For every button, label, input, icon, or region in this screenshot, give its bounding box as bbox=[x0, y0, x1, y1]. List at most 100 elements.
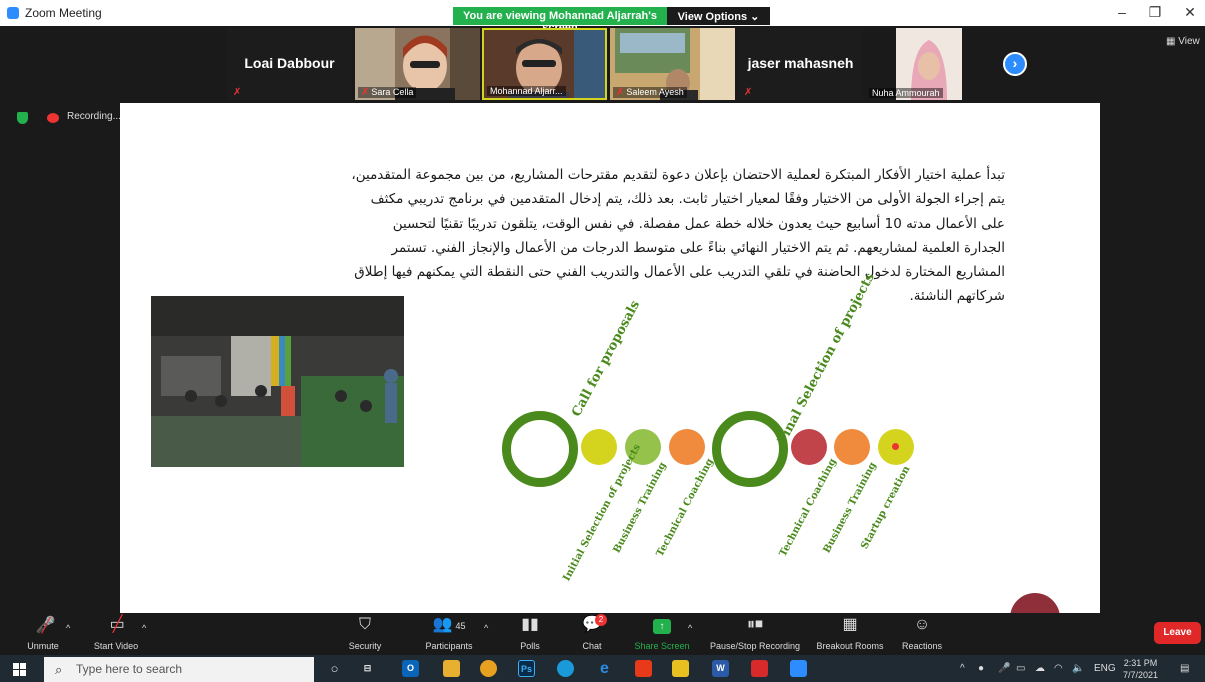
restore-button[interactable]: ❐ bbox=[1140, 4, 1170, 21]
minimize-button[interactable]: – bbox=[1107, 4, 1137, 20]
polls-icon: ▮▮ bbox=[521, 616, 539, 633]
search-icon: ⌕ bbox=[55, 662, 63, 677]
shield-icon: ⛉ bbox=[358, 616, 371, 633]
tray-mic-icon[interactable]: 🎤 bbox=[998, 663, 1010, 674]
video-options-chevron-icon[interactable]: ^ bbox=[142, 623, 146, 633]
recording-label: Recording... bbox=[67, 111, 121, 122]
mic-muted-icon: ✗ bbox=[233, 87, 242, 98]
mic-muted-icon: 🎤╱ bbox=[35, 617, 56, 634]
chat-badge: 2 bbox=[595, 614, 607, 626]
share-screen-label: Share Screen bbox=[634, 641, 690, 651]
acrobat-icon[interactable] bbox=[751, 660, 768, 677]
participants-count: 45 bbox=[455, 621, 466, 631]
window-title: Zoom Meeting bbox=[25, 6, 102, 20]
color-app-icon[interactable] bbox=[672, 660, 689, 677]
system-clock[interactable]: 2:31 PM 7/7/2021 bbox=[1123, 657, 1158, 681]
unmute-label: Unmute bbox=[27, 641, 59, 651]
video-off-icon: ▭╱ bbox=[109, 616, 125, 633]
view-options-button[interactable]: View Options ⌄ bbox=[667, 7, 770, 25]
security-label: Security bbox=[348, 641, 382, 651]
photoshop-icon[interactable]: Ps bbox=[518, 660, 535, 677]
language-indicator[interactable]: ENG bbox=[1094, 663, 1116, 674]
windows-start-icon[interactable] bbox=[13, 663, 26, 676]
participant-tile[interactable]: Nuha Ammourah bbox=[866, 28, 992, 100]
start-video-button[interactable]: ▭╱ Start Video bbox=[84, 613, 148, 651]
technical-coaching-dot-2 bbox=[791, 429, 827, 465]
reactions-icon: ☺ bbox=[913, 616, 931, 633]
participants-icon: 👥 45 bbox=[432, 616, 466, 633]
participant-name: Saleem Ayesh bbox=[626, 87, 684, 97]
reactions-button[interactable]: ☺ Reactions bbox=[898, 613, 946, 651]
chat-button[interactable]: 💬 2 Chat bbox=[572, 613, 612, 651]
participant-tile[interactable]: ✗ Sara Cella bbox=[355, 28, 480, 100]
taskbar-search-input[interactable]: ⌕ Type here to search bbox=[44, 657, 314, 682]
outlook-icon[interactable]: O bbox=[402, 660, 419, 677]
internet-explorer-icon[interactable]: e bbox=[596, 660, 613, 677]
zoom-icon[interactable] bbox=[790, 660, 807, 677]
view-layout-button[interactable]: ▦ View bbox=[1166, 36, 1200, 47]
edge-icon[interactable] bbox=[557, 660, 574, 677]
tray-app-icon[interactable]: ● bbox=[978, 663, 984, 674]
share-screen-button[interactable]: ↑ Share Screen bbox=[630, 613, 694, 651]
unmute-button[interactable]: 🎤╱ Unmute bbox=[18, 613, 68, 651]
close-button[interactable]: ✕ bbox=[1175, 4, 1205, 21]
decorative-circle bbox=[1010, 593, 1060, 613]
participant-name: Mohannad Aljarr... bbox=[487, 86, 566, 96]
incubator-photo bbox=[151, 296, 404, 467]
notifications-icon[interactable]: ▤ bbox=[1180, 663, 1189, 674]
zoom-meeting-window: Zoom Meeting You are viewing Mohannad Al… bbox=[0, 0, 1205, 682]
mic-muted-icon: ✗ bbox=[361, 87, 370, 98]
share-options-chevron-icon[interactable]: ^ bbox=[688, 623, 692, 633]
cloud-recording-icon bbox=[47, 113, 59, 123]
participants-button[interactable]: 👥 45 Participants bbox=[418, 613, 480, 651]
mic-muted-icon: ✗ bbox=[616, 87, 625, 98]
participant-tile[interactable]: Loai Dabbour ✗ bbox=[227, 28, 352, 100]
clock-date: 7/7/2021 bbox=[1123, 670, 1159, 680]
volume-icon[interactable]: 🔈 bbox=[1072, 663, 1084, 674]
call-for-proposals-ring bbox=[502, 411, 578, 487]
word-icon[interactable]: W bbox=[712, 660, 729, 677]
chat-label: Chat bbox=[582, 641, 602, 651]
final-selection-ring bbox=[712, 411, 788, 487]
task-view-icon[interactable]: ⊟ bbox=[359, 660, 376, 677]
security-shield-icon bbox=[17, 112, 28, 124]
viewing-screen-banner: You are viewing Mohannad Aljarrah's scre… bbox=[453, 7, 667, 34]
office-icon[interactable] bbox=[635, 660, 652, 677]
wifi-icon[interactable]: ◠ bbox=[1054, 663, 1063, 674]
security-button[interactable]: ⛉ Security bbox=[340, 613, 390, 651]
reactions-label: Reactions bbox=[901, 641, 943, 651]
participant-tile[interactable]: jaser mahasneh ✗ bbox=[738, 28, 863, 100]
pause-stop-icon: ⏸⏹ bbox=[746, 616, 763, 633]
slide-paragraph: تبدأ عملية اختيار الأفكار المبتكرة لعملي… bbox=[351, 167, 1005, 305]
share-screen-icon: ↑ bbox=[630, 613, 694, 637]
leave-button[interactable]: Leave bbox=[1154, 622, 1201, 644]
participant-name: Nuha Ammourah bbox=[869, 88, 943, 98]
participant-tile-active-speaker[interactable]: Mohannad Aljarr... bbox=[482, 28, 607, 100]
polls-label: Polls bbox=[520, 641, 540, 651]
participant-tile[interactable]: ✗ Saleem Ayesh bbox=[610, 28, 735, 100]
participant-name: jaser mahasneh bbox=[747, 55, 854, 71]
start-video-label: Start Video bbox=[93, 641, 139, 651]
pause-stop-recording-button[interactable]: ⏸⏹ Pause/Stop Recording bbox=[705, 613, 805, 651]
diagram-top-label: Call for proposals bbox=[569, 298, 644, 420]
participants-chevron-icon[interactable]: ^ bbox=[484, 623, 488, 633]
search-placeholder: Type here to search bbox=[76, 662, 183, 676]
audio-options-chevron-icon[interactable]: ^ bbox=[66, 623, 70, 633]
mic-muted-icon: ✗ bbox=[744, 87, 753, 98]
technical-coaching-dot bbox=[669, 429, 705, 465]
cortana-icon[interactable]: ○ bbox=[326, 660, 343, 677]
pointer-icon bbox=[892, 443, 899, 450]
battery-icon[interactable]: ▭ bbox=[1016, 663, 1025, 674]
file-explorer-icon[interactable] bbox=[443, 660, 460, 677]
clock-time: 2:31 PM bbox=[1123, 658, 1158, 668]
participant-name: Sara Cella bbox=[371, 87, 414, 97]
onedrive-icon[interactable]: ☁ bbox=[1035, 663, 1045, 674]
shared-screen-slide: تبدأ عملية اختيار الأفكار المبتكرة لعملي… bbox=[120, 103, 1100, 613]
tray-overflow-icon[interactable]: ^ bbox=[960, 663, 965, 674]
polls-button[interactable]: ▮▮ Polls bbox=[510, 613, 550, 651]
breakout-rooms-button[interactable]: ▦ Breakout Rooms bbox=[814, 613, 886, 651]
next-participants-button[interactable]: › bbox=[1003, 52, 1027, 76]
pause-stop-recording-label: Pause/Stop Recording bbox=[709, 641, 801, 651]
chrome-icon[interactable] bbox=[480, 660, 497, 677]
business-training-dot-2 bbox=[834, 429, 870, 465]
